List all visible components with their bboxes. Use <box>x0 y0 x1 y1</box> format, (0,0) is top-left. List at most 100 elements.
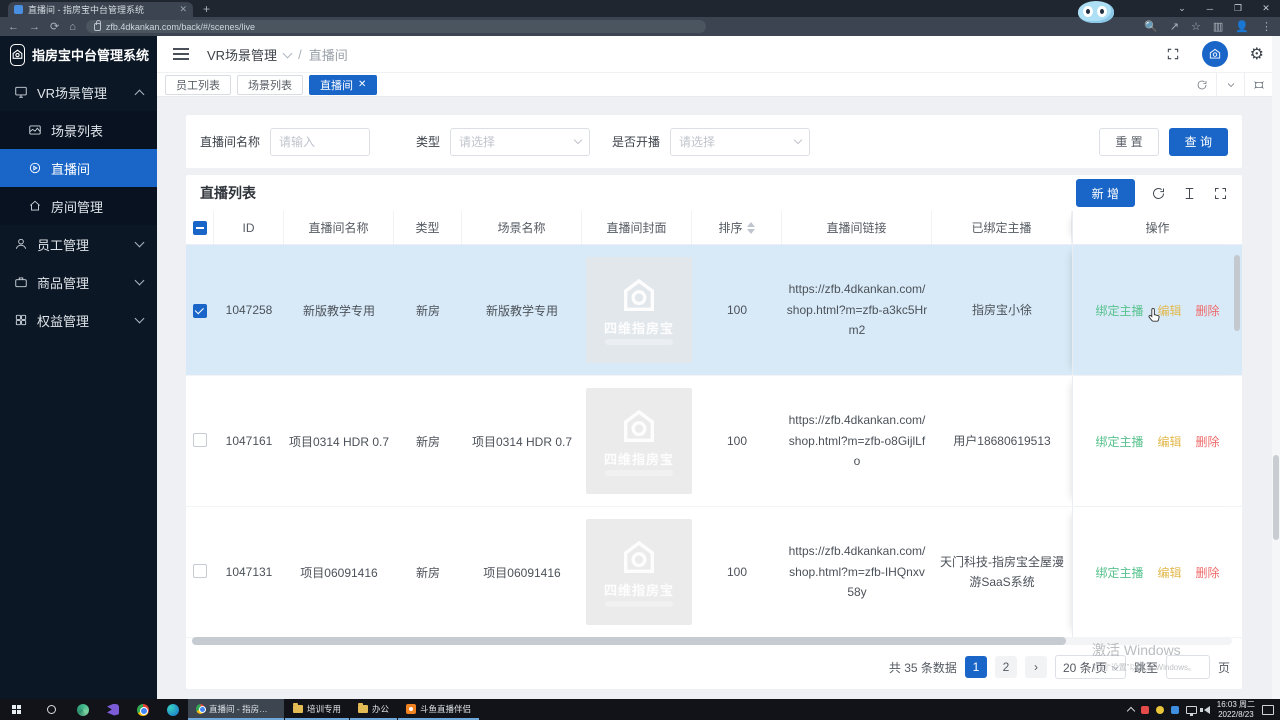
edit-link[interactable]: 编辑 <box>1157 433 1181 450</box>
collapse-menu-icon[interactable] <box>173 48 189 60</box>
bookmark-star-icon[interactable]: ☆ <box>1191 20 1201 33</box>
taskbar-app-douyu[interactable]: 斗鱼直播伴侣 <box>398 699 480 720</box>
page-scrollbar[interactable] <box>1272 36 1280 699</box>
window-close-icon[interactable]: ✕ <box>1252 3 1280 14</box>
table-vertical-scrollbar[interactable] <box>1234 255 1240 331</box>
cover-thumbnail[interactable]: 四维指房宝 <box>586 519 692 625</box>
edit-link[interactable]: 编辑 <box>1157 564 1181 581</box>
refresh-tabs-icon[interactable] <box>1188 73 1216 96</box>
sidebar-item-live-room[interactable]: 直播间 <box>0 149 157 187</box>
page-size-select[interactable]: 20 条/页 <box>1054 655 1126 679</box>
zoom-page-icon[interactable]: 🔍 <box>1144 20 1158 33</box>
refresh-icon[interactable] <box>1151 186 1166 201</box>
cell-link[interactable]: https://zfb.4dkankan.com/shop.html?m=zfb… <box>782 410 932 471</box>
search-button[interactable] <box>34 699 68 720</box>
taskbar-clock[interactable]: 16:03 周二 2022/8/23 <box>1217 700 1255 720</box>
forward-icon[interactable]: → <box>29 21 40 33</box>
tray-app-blue-icon[interactable] <box>1170 705 1179 714</box>
tray-app-red-icon[interactable] <box>1140 705 1149 714</box>
window-maximize-icon[interactable]: ❐ <box>1224 3 1252 14</box>
folder-icon <box>293 702 303 713</box>
pinned-app-chrome-icon[interactable] <box>128 699 158 720</box>
new-tab-icon[interactable]: + <box>203 2 210 17</box>
tray-expand-icon[interactable] <box>1126 706 1135 716</box>
browser-menu-icon[interactable]: ⋮ <box>1261 20 1272 33</box>
sidebar-group-goods[interactable]: 商品管理 <box>0 263 157 301</box>
taskbar-app-folder-training[interactable]: 培训专用 <box>285 699 350 720</box>
network-icon[interactable] <box>1185 705 1197 716</box>
sidebar-item-room-manage[interactable]: 房间管理 <box>0 187 157 225</box>
pinned-app-1-icon[interactable] <box>68 699 98 720</box>
table-row[interactable]: 1047258 新版教学专用 新房 新版教学专用 四维指房宝 100 https… <box>186 245 1242 376</box>
add-button[interactable]: 新 增 <box>1075 179 1135 207</box>
page-2-button[interactable]: 2 <box>994 656 1017 678</box>
start-button[interactable] <box>0 699 34 720</box>
cell-link[interactable]: https://zfb.4dkankan.com/shop.html?m=zfb… <box>782 541 932 602</box>
select-all-checkbox[interactable] <box>192 220 207 235</box>
tab-live-room[interactable]: 直播间 ✕ <box>309 74 378 95</box>
avatar[interactable] <box>1201 41 1228 67</box>
bind-anchor-link[interactable]: 绑定主播 <box>1095 433 1143 450</box>
exit-fullscreen-icon[interactable] <box>1244 73 1272 96</box>
cover-thumbnail[interactable]: 四维指房宝 <box>586 388 692 494</box>
col-anchor: 已绑定主播 <box>932 211 1072 244</box>
table-fullscreen-icon[interactable] <box>1213 186 1228 201</box>
sidebar-group-staff[interactable]: 员工管理 <box>0 225 157 263</box>
sidebar-group-vr-scene[interactable]: VR场景管理 <box>0 73 157 111</box>
volume-icon[interactable] <box>1199 705 1210 714</box>
taskbar-app-folder-office[interactable]: 办公 <box>350 699 398 720</box>
sort-carets-icon[interactable] <box>746 221 755 234</box>
delete-link[interactable]: 删除 <box>1196 433 1220 450</box>
notification-center-icon[interactable] <box>1262 704 1274 715</box>
delete-link[interactable]: 删除 <box>1196 564 1220 581</box>
url-text: zfb.4dkankan.com/back/#/scenes/live <box>105 21 255 32</box>
window-minimize-icon[interactable]: ─ <box>1196 4 1224 14</box>
cover-thumbnail[interactable]: 四维指房宝 <box>586 257 692 363</box>
row-checkbox[interactable] <box>193 563 207 578</box>
taskbar-app-browser[interactable]: 直播间 - 指房宝中... <box>188 699 284 720</box>
table-row[interactable]: 1047161 项目0314 HDR 0.7 新房 项目0314 HDR 0.7… <box>186 376 1242 507</box>
row-checkbox[interactable] <box>193 303 207 318</box>
next-page-button[interactable]: › <box>1024 656 1047 678</box>
tray-app-yellow-icon[interactable] <box>1155 705 1164 714</box>
profile-icon[interactable]: 👤 <box>1235 20 1249 33</box>
row-density-icon[interactable] <box>1182 186 1197 201</box>
share-icon[interactable]: ↗ <box>1170 20 1179 33</box>
jump-page-input[interactable] <box>1165 655 1210 679</box>
chevron-down-icon[interactable] <box>1216 73 1244 96</box>
horizontal-scrollbar[interactable] <box>192 637 1232 645</box>
reload-icon[interactable]: ⟳ <box>50 20 59 33</box>
type-select[interactable]: 请选择 <box>450 127 591 156</box>
sidebar-item-scene-list[interactable]: 场景列表 <box>0 111 157 149</box>
tab-close-icon[interactable]: ✕ <box>358 79 366 90</box>
browser-tab[interactable]: 直播间 - 指房宝中台管理系统 ✕ <box>8 2 193 17</box>
reset-button[interactable]: 重 置 <box>1099 127 1159 156</box>
sidebar-group-label: 员工管理 <box>37 237 90 253</box>
gear-icon[interactable]: ⚙ <box>1250 44 1264 64</box>
tab-staff-list[interactable]: 员工列表 <box>165 74 231 95</box>
browser-tab-title: 直播间 - 指房宝中台管理系统 <box>28 5 144 15</box>
row-checkbox[interactable] <box>193 432 207 447</box>
filter-live-label: 是否开播 <box>612 135 661 149</box>
room-name-input[interactable] <box>270 127 371 156</box>
back-icon[interactable]: ← <box>8 21 19 33</box>
bind-anchor-link[interactable]: 绑定主播 <box>1095 564 1143 581</box>
cell-link[interactable]: https://zfb.4dkankan.com/shop.html?m=zfb… <box>782 279 932 340</box>
page-1-button[interactable]: 1 <box>964 656 987 678</box>
live-status-select[interactable]: 请选择 <box>670 127 811 156</box>
breadcrumb-parent[interactable]: VR场景管理 <box>207 45 277 64</box>
table-row[interactable]: 1047131 项目06091416 新房 项目06091416 四维指房宝 1… <box>186 507 1242 638</box>
url-bar[interactable]: zfb.4dkankan.com/back/#/scenes/live <box>85 19 706 33</box>
sidebar-group-rights[interactable]: 权益管理 <box>0 301 157 339</box>
delete-link[interactable]: 删除 <box>1196 302 1220 319</box>
pinned-app-vscode-icon[interactable] <box>98 699 128 720</box>
fullscreen-icon[interactable] <box>1166 47 1180 61</box>
tab-search-icon[interactable]: ⌄ <box>1168 3 1196 14</box>
bind-anchor-link[interactable]: 绑定主播 <box>1095 302 1143 319</box>
tab-close-icon[interactable]: ✕ <box>179 4 187 15</box>
pinned-app-edge-icon[interactable] <box>158 699 188 720</box>
search-button[interactable]: 查 询 <box>1168 127 1228 156</box>
tab-scene-list[interactable]: 场景列表 <box>237 74 303 95</box>
home-icon[interactable]: ⌂ <box>69 21 76 33</box>
side-panel-icon[interactable]: ▥ <box>1213 20 1223 33</box>
